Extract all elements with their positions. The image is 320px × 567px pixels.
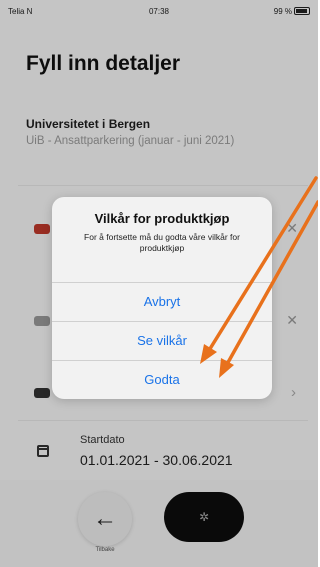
annotation-arrow: [224, 200, 318, 368]
annotation-arrowhead: [219, 358, 234, 378]
annotation-arrow: [206, 176, 318, 354]
annotation-arrowhead: [200, 344, 217, 364]
app-screen: Telia N 07:38 99 % Fyll inn detaljer Uni…: [0, 0, 318, 567]
annotation-arrows: [200, 176, 318, 378]
